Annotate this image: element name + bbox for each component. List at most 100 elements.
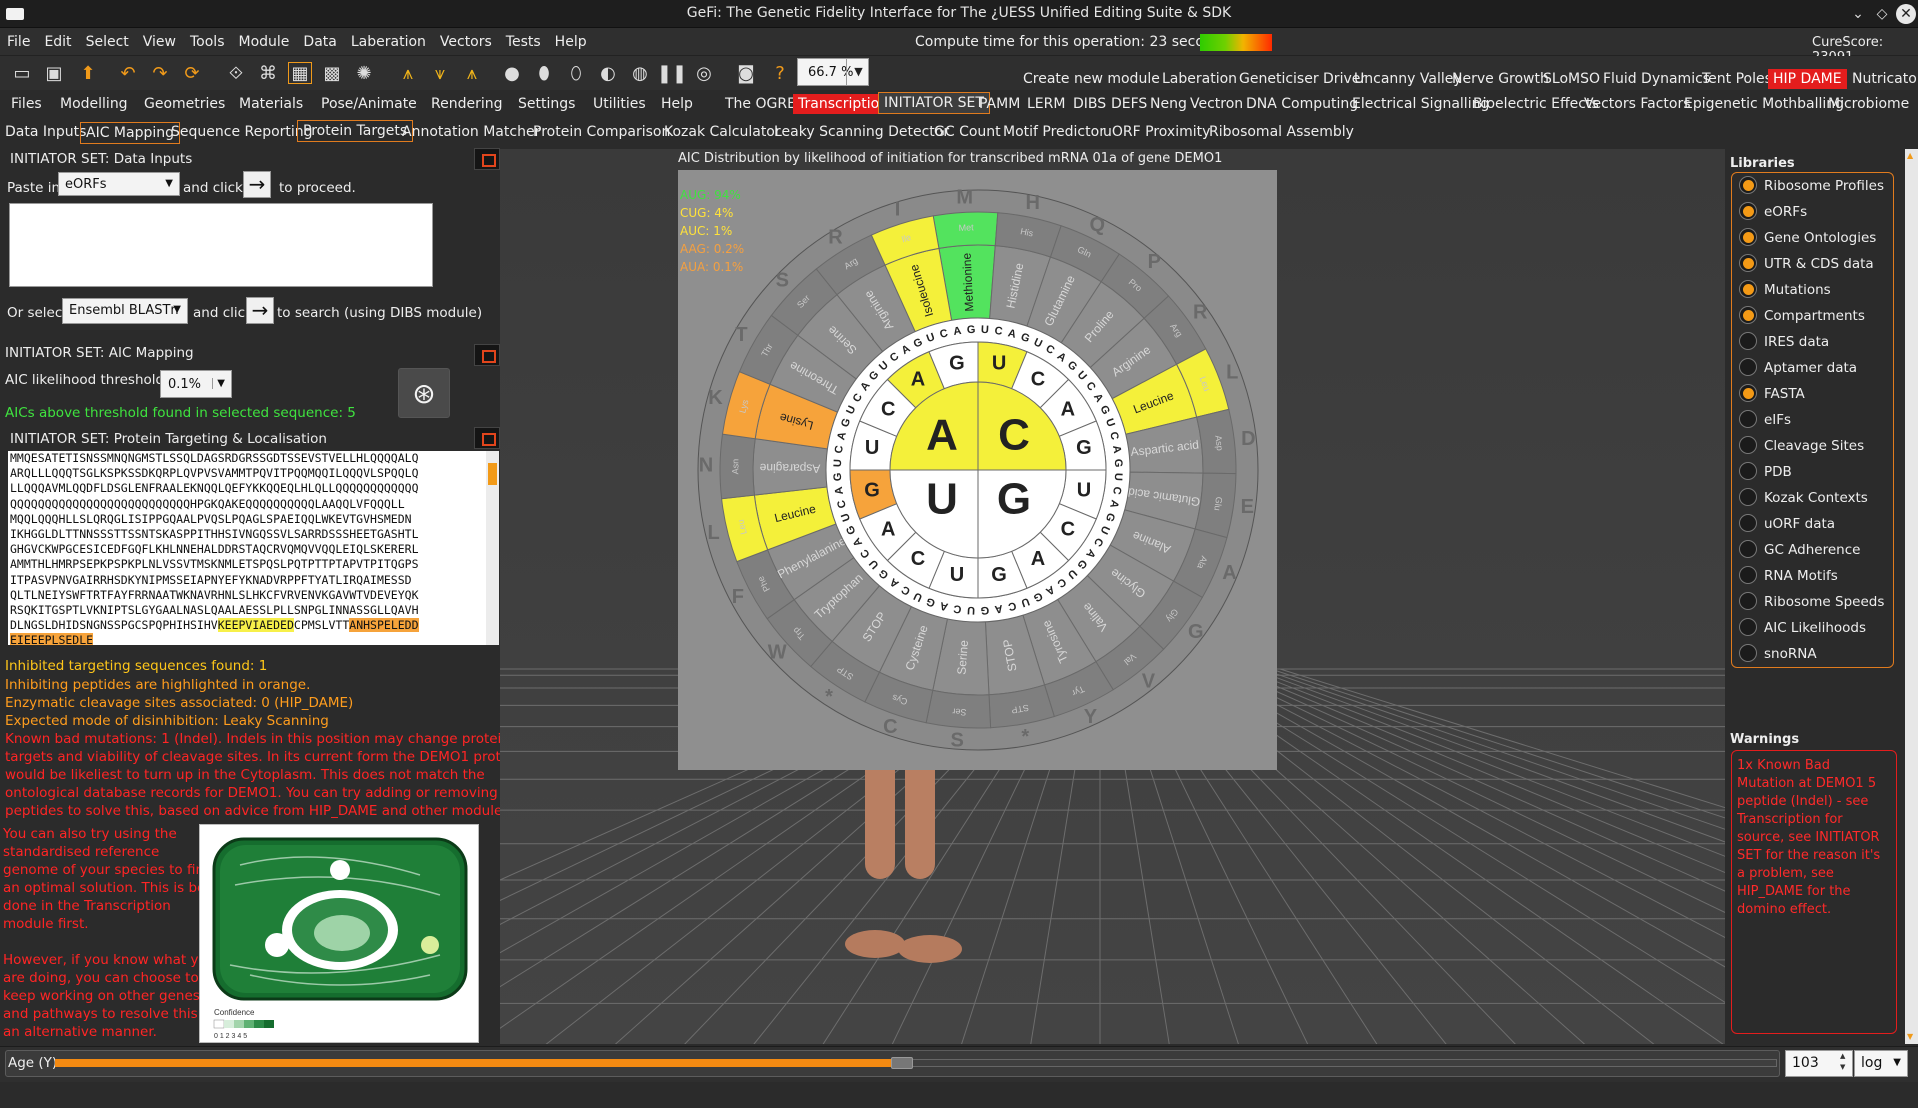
subtab-ribosomal-assembly[interactable]: Ribosomal Assembly: [1204, 122, 1359, 142]
module-slomso[interactable]: SLoMSO: [1538, 69, 1605, 89]
radio-icon[interactable]: [1739, 566, 1757, 584]
module-tent-poles[interactable]: Tent Poles: [1697, 69, 1777, 89]
checker-icon[interactable]: ▩: [320, 62, 344, 84]
radio-icon[interactable]: [1739, 306, 1757, 324]
light-icon[interactable]: ◍: [628, 62, 652, 84]
radio-icon[interactable]: [1739, 488, 1757, 506]
search-source-select[interactable]: Ensembl BLASTn ▼: [62, 298, 188, 324]
paste-source-select[interactable]: eORFs ▼: [58, 172, 180, 196]
tab-rendering[interactable]: Rendering: [426, 94, 508, 114]
radio-icon[interactable]: [1739, 228, 1757, 246]
library-item[interactable]: AIC Likelihoods: [1739, 618, 1866, 636]
library-item[interactable]: Cleavage Sites: [1739, 436, 1864, 454]
scroll-up-icon[interactable]: ▲: [1907, 151, 1913, 160]
maximize-icon[interactable]: ◇: [1872, 4, 1892, 24]
library-item[interactable]: eIFs: [1739, 410, 1791, 428]
mirror-y-icon[interactable]: ⩛: [428, 62, 452, 84]
aic-dial-button[interactable]: ⊛: [398, 368, 450, 418]
subtab-data-inputs[interactable]: Data Inputs: [0, 122, 91, 142]
subtab-uorf-proximity[interactable]: uORF Proximity: [1098, 122, 1215, 142]
help-icon[interactable]: ?: [768, 62, 792, 84]
gear-icon[interactable]: ✺: [352, 62, 376, 84]
tab-files[interactable]: Files: [6, 94, 47, 114]
radio-icon[interactable]: [1739, 332, 1757, 350]
mesh-icon[interactable]: ⌘: [256, 62, 280, 84]
library-item[interactable]: Ribosome Speeds: [1739, 592, 1884, 610]
search-button[interactable]: →: [246, 297, 274, 324]
radio-icon[interactable]: [1739, 644, 1757, 662]
camera-icon[interactable]: ◙: [734, 62, 758, 84]
library-item[interactable]: Aptamer data: [1739, 358, 1857, 376]
tab-utilities[interactable]: Utilities: [588, 94, 651, 114]
library-item[interactable]: GC Adherence: [1739, 540, 1860, 558]
radio-icon[interactable]: [1739, 436, 1757, 454]
minimize-icon[interactable]: ⌄: [1848, 4, 1868, 24]
radio-icon[interactable]: [1739, 202, 1757, 220]
threshold-select[interactable]: 0.1% ▼: [160, 370, 232, 398]
library-item[interactable]: IRES data: [1739, 332, 1829, 350]
module-dna-computing[interactable]: DNA Computing: [1241, 94, 1363, 114]
redo-icon[interactable]: ↷: [148, 62, 172, 84]
library-item[interactable]: FASTA: [1739, 384, 1805, 402]
radio-icon[interactable]: [1739, 592, 1757, 610]
tab-geometries[interactable]: Geometries: [139, 94, 230, 114]
library-item[interactable]: uORF data: [1739, 514, 1835, 532]
library-item[interactable]: UTR & CDS data: [1739, 254, 1874, 272]
age-slider-handle[interactable]: [891, 1057, 913, 1069]
menu-edit[interactable]: Edit: [37, 28, 78, 56]
module-dibs[interactable]: DIBS: [1068, 94, 1111, 114]
module-lerm[interactable]: LERM: [1022, 94, 1070, 114]
subtab-kozak-calculator[interactable]: Kozak Calculator: [659, 122, 786, 142]
sequence-scroll-thumb[interactable]: [488, 463, 497, 485]
module-pamm[interactable]: PAMM: [974, 94, 1025, 114]
tab-help[interactable]: Help: [656, 94, 698, 114]
subtab-motif-predictor[interactable]: Motif Predictor: [998, 122, 1110, 142]
menu-module[interactable]: Module: [232, 28, 297, 56]
radio-icon[interactable]: [1739, 462, 1757, 480]
radio-icon[interactable]: [1739, 280, 1757, 298]
library-item[interactable]: RNA Motifs: [1739, 566, 1838, 584]
menu-tests[interactable]: Tests: [499, 28, 548, 56]
module-hip-dame[interactable]: HIP DAME: [1768, 69, 1847, 89]
library-item[interactable]: Ribosome Profiles: [1739, 176, 1884, 194]
radio-icon[interactable]: [1739, 540, 1757, 558]
library-item[interactable]: snoRNA: [1739, 644, 1817, 662]
library-item[interactable]: Compartments: [1739, 306, 1865, 324]
radio-icon[interactable]: [1739, 176, 1757, 194]
module-vectron[interactable]: Vectron: [1185, 94, 1248, 114]
grid-icon[interactable]: ▦: [288, 62, 312, 84]
mirror-z-icon[interactable]: ⩚: [460, 62, 484, 84]
create-module-button[interactable]: Create new module: [1018, 69, 1165, 89]
mirror-x-icon[interactable]: ⩚: [396, 62, 420, 84]
subtab-protein-comparison[interactable]: Protein Comparison: [528, 122, 675, 142]
paste-textarea[interactable]: [9, 203, 433, 287]
library-item[interactable]: PDB: [1739, 462, 1792, 480]
scroll-down-icon[interactable]: ▼: [1907, 1032, 1913, 1041]
radio-icon[interactable]: [1739, 254, 1757, 272]
shade-smooth-icon[interactable]: ⬮: [532, 62, 556, 84]
symmetry-icon[interactable]: ❚❚: [657, 62, 687, 84]
subtab-aic-mapping[interactable]: AIC Mapping: [80, 122, 181, 144]
cull-icon[interactable]: ◐: [596, 62, 620, 84]
close-icon[interactable]: ✕: [1896, 4, 1916, 24]
refresh-icon[interactable]: ⟳: [180, 62, 204, 84]
frame-icon[interactable]: ◎: [692, 62, 716, 84]
tab-modelling[interactable]: Modelling: [55, 94, 133, 114]
menu-vectors[interactable]: Vectors: [433, 28, 499, 56]
radio-icon[interactable]: [1739, 384, 1757, 402]
subtab-gc-count[interactable]: GC Count: [929, 122, 1006, 142]
module-the-ogre[interactable]: The OGRE: [720, 94, 801, 114]
maximize-panel-icon[interactable]: [474, 148, 500, 170]
menu-laberation[interactable]: Laberation: [344, 28, 433, 56]
export-icon[interactable]: ⬆: [76, 62, 100, 84]
library-item[interactable]: Kozak Contexts: [1739, 488, 1868, 506]
library-item[interactable]: Gene Ontologies: [1739, 228, 1876, 246]
subtab-annotation-matcher[interactable]: Annotation Matcher: [397, 122, 545, 142]
save-icon[interactable]: ▣: [42, 62, 66, 84]
menu-tools[interactable]: Tools: [183, 28, 232, 56]
right-scrollbar[interactable]: [1905, 149, 1918, 1044]
tab-settings[interactable]: Settings: [513, 94, 580, 114]
tab-materials[interactable]: Materials: [234, 94, 308, 114]
proceed-button[interactable]: →: [243, 171, 271, 198]
undo-icon[interactable]: ↶: [116, 62, 140, 84]
